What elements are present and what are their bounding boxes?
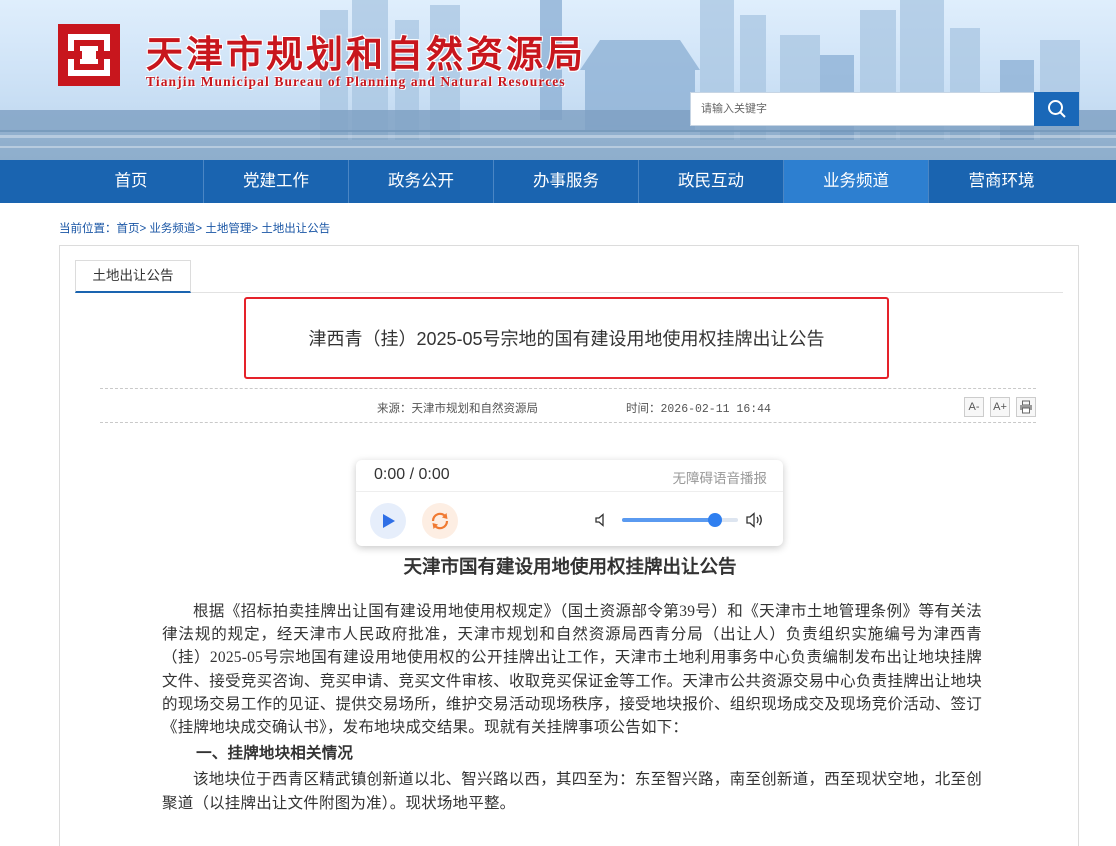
font-smaller-button[interactable]: A- xyxy=(964,397,984,417)
play-button[interactable] xyxy=(370,503,406,539)
article-title: 津西青（挂）2025-05号宗地的国有建设用地使用权挂牌出让公告 xyxy=(244,297,889,379)
loop-button[interactable] xyxy=(422,503,458,539)
nav-item-government-affairs[interactable]: 政务公开 xyxy=(349,160,494,203)
breadcrumb-link-land-management[interactable]: 土地管理 xyxy=(205,223,251,235)
main-nav: 首页 党建工作 政务公开 办事服务 政民互动 业务频道 营商环境 xyxy=(0,160,1116,203)
breadcrumb-link-land-transfer-notice[interactable]: 土地出让公告 xyxy=(261,223,330,235)
document-body: 根据《招标拍卖挂牌出让国有建设用地使用权规定》（国土资源部令第39号）和《天津市… xyxy=(162,600,982,815)
breadcrumb-separator: > xyxy=(195,223,203,235)
player-label: 无障碍语音播报 xyxy=(672,471,768,486)
search-input[interactable]: 请输入关键字 xyxy=(690,92,1035,126)
nav-item-interaction[interactable]: 政民互动 xyxy=(639,160,784,203)
tab-land-transfer-notice[interactable]: 土地出让公告 xyxy=(75,260,191,293)
volume-low-icon[interactable] xyxy=(594,512,610,528)
nav-item-business-environment[interactable]: 营商环境 xyxy=(929,160,1074,203)
article-source: 来源：天津市规划和自然资源局 xyxy=(377,403,538,415)
volume-slider-fill xyxy=(622,518,715,522)
breadcrumb-prefix: 当前位置： xyxy=(59,223,117,235)
nav-item-home[interactable]: 首页 xyxy=(59,160,204,203)
divider-bottom xyxy=(100,422,1036,423)
content-panel: 土地出让公告 津西青（挂）2025-05号宗地的国有建设用地使用权挂牌出让公告 … xyxy=(59,245,1079,846)
audio-player: 0:00 / 0:00 无障碍语音播报 xyxy=(356,460,783,546)
volume-high-icon[interactable] xyxy=(745,510,765,530)
document-paragraph: 该地块位于西青区精武镇创新道以北、智兴路以西，其四至为：东至智兴路，南至创新道，… xyxy=(162,771,982,812)
breadcrumb-separator: > xyxy=(251,223,259,235)
bureau-logo-icon xyxy=(58,24,120,86)
print-icon xyxy=(1020,400,1032,414)
play-icon xyxy=(383,514,395,528)
breadcrumb-link-home[interactable]: 首页 xyxy=(117,223,140,235)
print-button[interactable] xyxy=(1016,397,1036,417)
tab-divider xyxy=(191,292,1063,293)
site-subtitle: Tianjin Municipal Bureau of Planning and… xyxy=(146,74,566,89)
site-title: 天津市规划和自然资源局 xyxy=(146,32,586,76)
document-paragraph: 根据《招标拍卖挂牌出让国有建设用地使用权规定》（国土资源部令第39号）和《天津市… xyxy=(162,603,982,737)
loop-icon xyxy=(431,512,449,530)
document-heading: 天津市国有建设用地使用权挂牌出让公告 xyxy=(403,558,737,578)
nav-item-party-building[interactable]: 党建工作 xyxy=(204,160,349,203)
volume-slider-handle[interactable] xyxy=(707,513,722,527)
divider-top xyxy=(100,388,1036,389)
font-larger-button[interactable]: A+ xyxy=(990,397,1010,417)
breadcrumb: 当前位置：首页> 业务频道> 土地管理> 土地出让公告 xyxy=(59,220,330,236)
search-button[interactable] xyxy=(1034,92,1079,126)
search-icon xyxy=(1047,100,1066,118)
player-divider xyxy=(356,491,783,492)
document-section-heading: 一、挂牌地块相关情况 xyxy=(196,745,354,763)
nav-item-business-channel[interactable]: 业务频道 xyxy=(784,160,929,203)
player-time: 0:00 / 0:00 xyxy=(374,466,450,483)
nav-item-services[interactable]: 办事服务 xyxy=(494,160,639,203)
article-time: 时间：2026-02-11 16:44 xyxy=(626,403,771,416)
volume-slider[interactable] xyxy=(622,513,738,527)
article-meta: 来源：天津市规划和自然资源局 时间：2026-02-11 16:44 A- A+ xyxy=(100,397,1036,421)
breadcrumb-link-business-channel[interactable]: 业务频道 xyxy=(149,223,195,235)
breadcrumb-separator: > xyxy=(139,223,147,235)
header-banner: 天津市规划和自然资源局 Tianjin Municipal Bureau of … xyxy=(0,0,1116,160)
